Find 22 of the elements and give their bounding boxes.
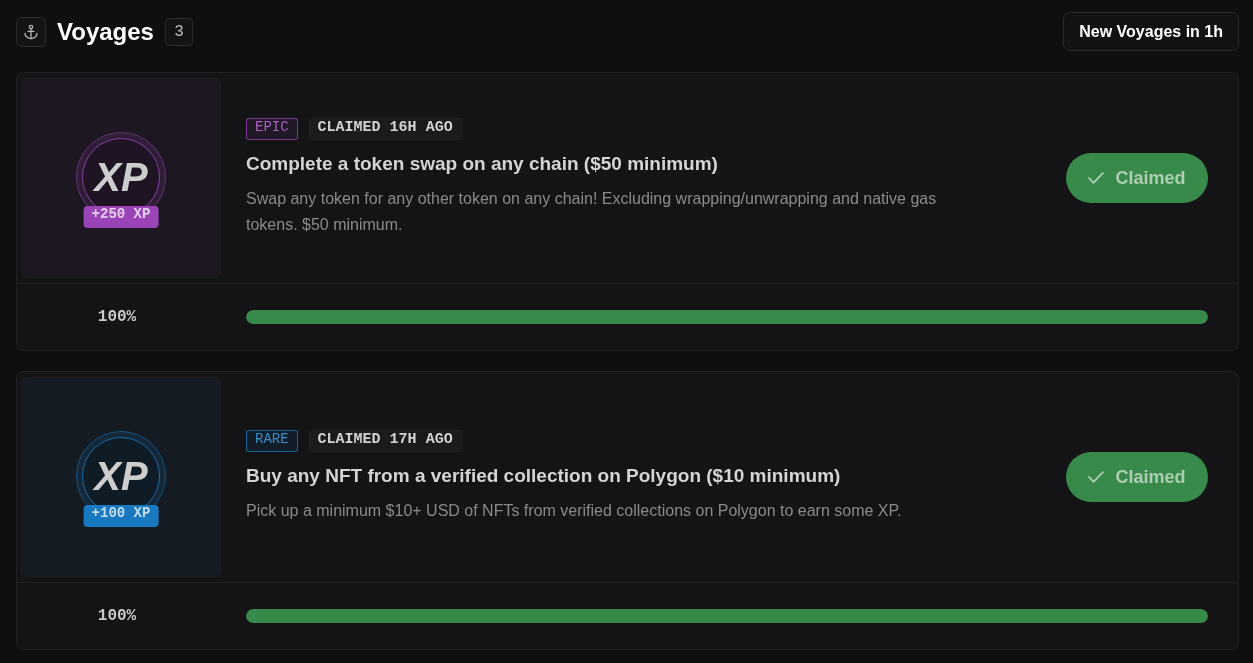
voyage-title: Complete a token swap on any chain ($50 minimum) [246,152,719,176]
voyage-description: Pick up a minimum $10+ USD of NFTs from verified collections on Polygon to earn some XP. [246,501,903,521]
xp-logo-text: XP [92,155,149,199]
status-tag: CLAIMED 17H AGO [308,430,462,452]
xp-reward-badge: +250 XP [83,206,159,228]
xp-reward-badge: +100 XP [83,505,159,527]
page-title: Voyages [57,16,154,47]
anchor-icon [16,16,46,47]
rarity-tag: EPIC [246,118,298,140]
progress-percent: 100% [96,308,138,326]
status-tag: CLAIMED 16H AGO [308,118,462,140]
voyage-title: Buy any NFT from a verified collection on Polygon ($10 minimum) [246,464,842,488]
voyage-description: Swap any token for any other token on any chain! Excluding wrapping/unwrapping and native gas tokens. $50 minimum. [246,189,938,235]
check-icon [1088,471,1105,483]
xp-logo-text: XP [92,454,149,498]
claimed-button[interactable]: Claimed [1066,153,1208,203]
check-icon [1088,172,1105,184]
voyage-count: 3 [164,17,193,46]
rarity-tag: RARE [246,430,298,452]
progress-percent: 100% [96,607,138,625]
new-voyages-button[interactable]: New Voyages in 1h [1063,12,1239,51]
claimed-button[interactable]: Claimed [1066,452,1208,502]
